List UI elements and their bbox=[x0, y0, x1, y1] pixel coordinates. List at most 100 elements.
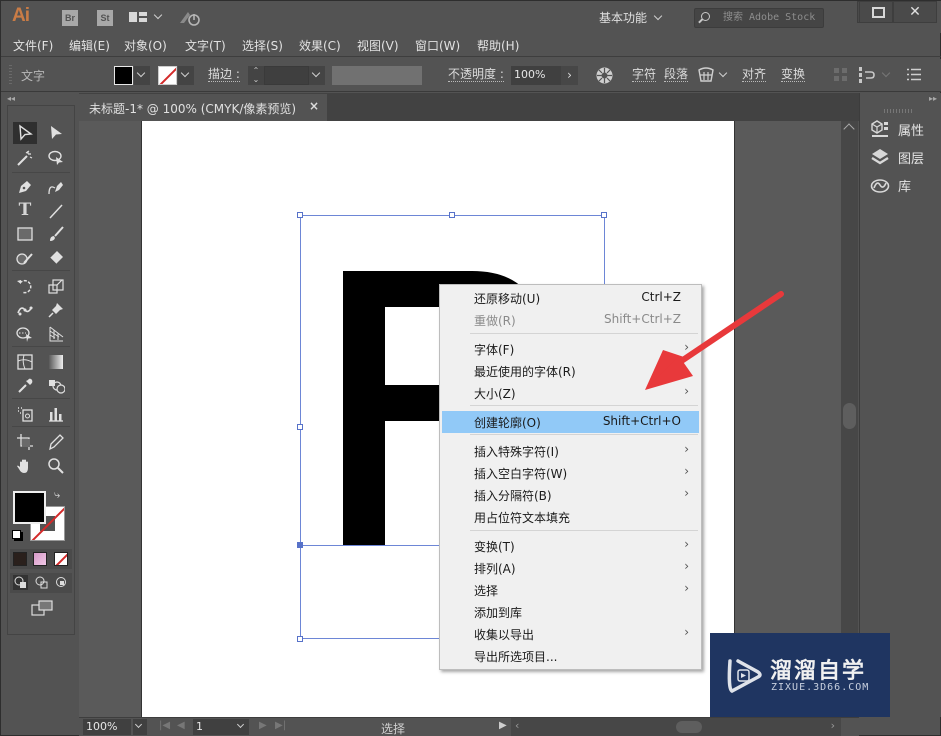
resize-handle-top-right[interactable] bbox=[601, 212, 607, 218]
selection-tool[interactable] bbox=[13, 122, 37, 144]
last-artboard-button[interactable]: ▶| bbox=[275, 720, 286, 731]
panel-grip[interactable] bbox=[884, 109, 914, 113]
align-panel-link[interactable]: 对齐 bbox=[742, 68, 767, 82]
paragraph-panel-link[interactable]: 段落 bbox=[664, 68, 689, 82]
first-artboard-button[interactable]: |◀ bbox=[159, 720, 170, 731]
rotate-tool[interactable] bbox=[13, 275, 37, 297]
context-menu-item[interactable]: 用占位符文本填充 bbox=[442, 506, 699, 528]
scale-tool[interactable] bbox=[44, 275, 68, 297]
magic-wand-tool[interactable] bbox=[13, 147, 37, 169]
hand-tool[interactable] bbox=[13, 455, 37, 477]
paintbrush-tool[interactable] bbox=[44, 223, 68, 245]
wrap-icon[interactable] bbox=[859, 67, 879, 83]
status-text[interactable]: 选择 bbox=[381, 720, 405, 736]
zoom-dropdown[interactable] bbox=[133, 719, 147, 735]
zoom-level-input[interactable]: 100% bbox=[83, 719, 131, 735]
panel-menu-icon[interactable] bbox=[907, 68, 921, 81]
eraser-tool[interactable] bbox=[44, 247, 68, 269]
scroll-up-icon[interactable] bbox=[843, 123, 855, 135]
stroke-weight-dropdown[interactable] bbox=[309, 66, 325, 85]
shaper-tool[interactable] bbox=[13, 247, 37, 269]
shape-builder-tool[interactable] bbox=[13, 323, 37, 345]
stroke-weight-input[interactable] bbox=[264, 66, 309, 85]
menu-view[interactable]: 视图(V) bbox=[357, 37, 399, 54]
lasso-tool[interactable] bbox=[44, 147, 68, 169]
context-menu-item[interactable]: 收集以导出 › bbox=[442, 623, 699, 645]
context-menu-item[interactable]: 插入特殊字符(I) › bbox=[442, 440, 699, 462]
fill-color-box[interactable] bbox=[13, 491, 46, 524]
blend-tool[interactable] bbox=[44, 375, 68, 397]
direct-selection-tool[interactable] bbox=[44, 122, 68, 144]
stroke-weight-link[interactable]: 描边 : bbox=[208, 68, 240, 82]
pin-tool[interactable] bbox=[44, 299, 68, 321]
fill-dropdown[interactable] bbox=[134, 66, 150, 85]
menu-object[interactable]: 对象(O) bbox=[124, 37, 167, 54]
menu-help[interactable]: 帮助(H) bbox=[477, 37, 519, 54]
draw-normal-icon[interactable] bbox=[13, 575, 28, 590]
draw-inside-icon[interactable] bbox=[54, 575, 69, 590]
resize-handle-left[interactable] bbox=[297, 424, 303, 430]
baseline-anchor[interactable] bbox=[297, 542, 303, 548]
opacity-input[interactable]: 100% bbox=[511, 66, 561, 85]
change-screen-mode-icon[interactable] bbox=[31, 600, 53, 616]
scroll-left-icon[interactable]: ‹ bbox=[515, 719, 519, 732]
context-menu-item[interactable]: 插入空白字符(W) › bbox=[442, 462, 699, 484]
stock-search-input[interactable]: 搜索 Adobe Stock bbox=[694, 8, 824, 28]
scroll-right-icon[interactable]: › bbox=[831, 719, 835, 732]
gradient-tool[interactable] bbox=[44, 351, 68, 373]
stroke-weight-stepper[interactable]: ⌃ ⌄ bbox=[248, 66, 264, 85]
vertical-scrollbar[interactable] bbox=[841, 121, 858, 717]
gradient-mode-button[interactable] bbox=[33, 552, 47, 566]
draw-behind-icon[interactable] bbox=[34, 575, 49, 590]
fill-swatch[interactable] bbox=[114, 66, 133, 85]
resize-handle-top-left[interactable] bbox=[297, 212, 303, 218]
context-menu-item[interactable]: 变换(T) › bbox=[442, 535, 699, 557]
horizontal-scrollbar[interactable]: ‹ › bbox=[511, 718, 841, 736]
character-panel-link[interactable]: 字符 bbox=[632, 68, 657, 82]
opentype-icon[interactable] bbox=[697, 67, 715, 83]
curvature-tool[interactable] bbox=[44, 176, 68, 198]
context-menu-item[interactable]: 大小(Z) › bbox=[442, 382, 699, 404]
none-mode-button[interactable] bbox=[54, 552, 68, 566]
zoom-tool[interactable] bbox=[44, 455, 68, 477]
opacity-link[interactable]: 不透明度 : bbox=[448, 68, 504, 82]
resize-handle-bottom-left[interactable] bbox=[297, 636, 303, 642]
context-menu-item[interactable]: 导出所选项目... bbox=[442, 645, 699, 667]
menu-type[interactable]: 文字(T) bbox=[185, 37, 226, 54]
bridge-button[interactable]: Br bbox=[62, 10, 78, 26]
libraries-panel-button[interactable]: 库 bbox=[870, 174, 938, 196]
context-menu-item[interactable]: 选择 › bbox=[442, 579, 699, 601]
layers-panel-button[interactable]: 图层 bbox=[870, 146, 938, 168]
next-artboard-button[interactable]: ▶ bbox=[259, 720, 267, 731]
arrange-documents-icon[interactable] bbox=[129, 12, 149, 22]
properties-panel-button[interactable]: 属性 bbox=[870, 118, 938, 140]
context-menu-item[interactable]: 排列(A) › bbox=[442, 557, 699, 579]
resize-handle-top[interactable] bbox=[449, 212, 455, 218]
close-tab-button[interactable]: × bbox=[309, 99, 319, 113]
close-window-button[interactable]: ✕ bbox=[893, 1, 937, 23]
mesh-tool[interactable] bbox=[13, 351, 37, 373]
transform-panel-link[interactable]: 变换 bbox=[781, 68, 806, 82]
scrollbar-thumb[interactable] bbox=[843, 403, 856, 429]
recolor-artwork-icon[interactable] bbox=[595, 66, 614, 85]
artboard-dropdown[interactable] bbox=[235, 719, 249, 735]
menu-window[interactable]: 窗口(W) bbox=[415, 37, 460, 54]
opacity-slider-button[interactable]: › bbox=[561, 66, 578, 85]
context-menu-item[interactable]: 最近使用的字体(R) › bbox=[442, 360, 699, 382]
stock-button[interactable]: St bbox=[97, 10, 113, 26]
puppet-warp-tool[interactable] bbox=[13, 299, 37, 321]
chevron-down-icon[interactable] bbox=[718, 68, 728, 78]
eyedropper-tool[interactable] bbox=[13, 375, 37, 397]
symbol-sprayer-tool[interactable] bbox=[13, 403, 37, 425]
context-menu-item[interactable]: 插入分隔符(B) › bbox=[442, 484, 699, 506]
artboard-number-input[interactable]: 1 bbox=[193, 719, 235, 735]
column-graph-tool[interactable] bbox=[44, 403, 68, 425]
menu-effect[interactable]: 效果(C) bbox=[299, 37, 341, 54]
context-menu-item[interactable]: 字体(F) › bbox=[442, 338, 699, 360]
slice-tool[interactable] bbox=[44, 431, 68, 453]
panel-grip[interactable] bbox=[9, 65, 12, 85]
chevron-down-icon[interactable] bbox=[153, 10, 163, 20]
stroke-dropdown[interactable] bbox=[178, 66, 194, 85]
menu-file[interactable]: 文件(F) bbox=[13, 37, 53, 54]
default-fill-stroke-icon[interactable] bbox=[12, 530, 21, 539]
